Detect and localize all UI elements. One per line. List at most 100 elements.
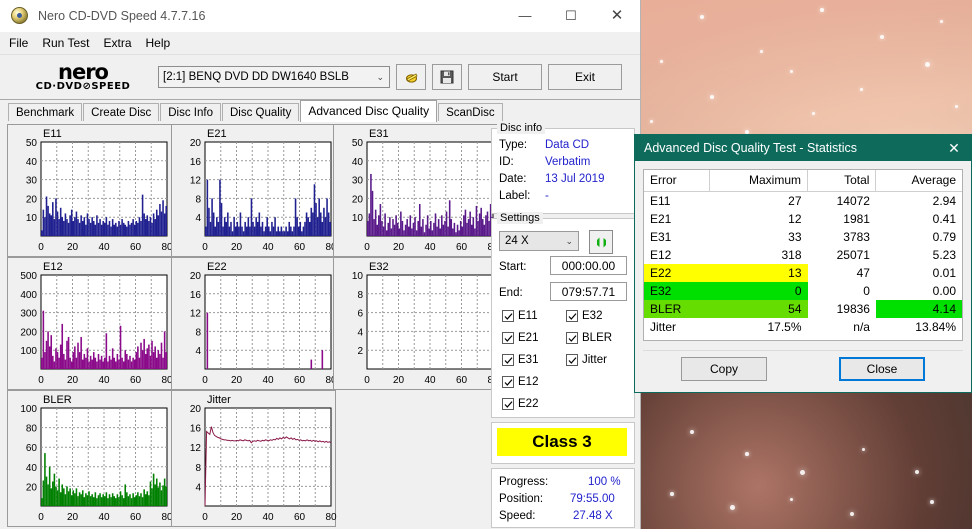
chevron-down-icon: ⌄ [376,71,384,82]
cell-total: 3783 [843,230,870,244]
checkbox-e31[interactable]: E31 [502,354,538,366]
cell-average: 0.01 [932,266,956,280]
y-tick-label: 100 [20,404,37,415]
start-time-input[interactable]: 000:00.00 [550,256,627,275]
speed-select[interactable]: 24 X ⌄ [499,231,579,251]
statistics-dialog-close-button[interactable]: ✕ [937,135,971,161]
star-speck [862,448,866,452]
cell-average: 0.41 [932,212,956,226]
chart-e22: E22 4 8 12 16 20 0 20 40 60 80 [171,257,337,390]
close-button[interactable]: ✕ [594,0,640,31]
x-tick-label: 40 [424,242,436,253]
star-speck [650,120,653,123]
y-tick-label: 2 [357,346,363,357]
cell-maximum: 318 [781,248,802,262]
x-tick-label: 0 [202,375,208,386]
tab-disc-quality[interactable]: Disc Quality [222,103,300,122]
cell-error: E11 [650,194,671,208]
checkbox-jitter[interactable]: Jitter [566,354,607,366]
checkbox-e22[interactable]: E22 [502,398,538,410]
checkbox-jitter-label: Jitter [582,354,607,366]
statistics-table: Error Maximum Total Average E11 27 14072 2.… [644,170,962,336]
refresh-disc-button[interactable] [589,230,613,254]
checkbox-e11[interactable]: E11 [502,310,538,322]
disc-label-label: Label: [499,190,531,202]
drive-select-dropdown[interactable]: [2:1] BENQ DVD DD DW1640 BSLB ⌄ [158,66,390,88]
tab-scandisc[interactable]: ScanDisc [438,103,503,122]
start-button[interactable]: Start [468,64,542,90]
x-tick-label: 0 [202,512,208,523]
checkbox-bler[interactable]: BLER [566,332,612,344]
x-tick-label: 40 [98,512,110,523]
tab-create-disc[interactable]: Create Disc [83,103,160,122]
cell-total: 25071 [836,248,870,262]
table-row: E12 318 25071 5.23 [644,246,962,264]
y-tick-label: 4 [195,346,201,357]
tab-disc-info[interactable]: Disc Info [160,103,221,122]
exit-button[interactable]: Exit [548,64,622,90]
chart-title: E22 [207,261,227,273]
star-speck [915,470,920,475]
y-tick-label: 8 [195,327,201,338]
checkbox-e32[interactable]: E32 [566,310,602,322]
chart-e21: E21 4 8 12 16 20 0 20 40 60 80 [171,124,337,257]
cell-error: Jitter [650,320,677,334]
star-speck [880,35,884,39]
eject-disc-button[interactable] [396,64,426,90]
chart-jitter: Jitter 4 8 12 16 20 0 20 40 60 80 [171,390,337,527]
table-row: Jitter 17.5% n/a 13.84% [644,318,962,336]
chart-title: E21 [207,128,227,140]
chart-plot-e32: E32246810020406080 [352,261,499,386]
nero-disc-icon [11,7,28,24]
y-tick-label: 20 [26,194,38,205]
save-results-button[interactable] [432,64,462,90]
chart-plot-e12: E121002003004005000 20 40 60 80 [20,261,173,386]
close-dialog-button[interactable]: Close [839,357,925,381]
cell-total: 1981 [843,212,870,226]
y-tick-label: 200 [20,327,37,338]
star-speck [955,105,959,109]
y-tick-label: 100 [20,346,37,357]
menu-item-extra[interactable]: Extra [103,36,131,50]
cell-error: E31 [650,230,672,244]
cell-average: 13.84% [915,320,956,334]
copy-button[interactable]: Copy [681,357,767,381]
x-tick-label: 60 [456,375,468,386]
tab-benchmark[interactable]: Benchmark [8,103,83,122]
chart-title: E32 [369,261,389,273]
y-tick-label: 10 [352,271,364,282]
menu-item-help[interactable]: Help [146,36,171,50]
start-time-label: Start: [499,261,527,273]
speed-value: 27.48 X [573,510,613,522]
chart-bler: BLER 20 40 60 80 100 0 20 40 60 80 [7,390,173,527]
checkbox-e12[interactable]: E12 [502,376,538,388]
x-tick-label: 40 [98,242,110,253]
star-speck [820,8,824,12]
checkbox-e12-label: E12 [518,376,539,388]
position-label: Position: [499,493,544,505]
x-tick-label: 20 [67,242,79,253]
y-tick-label: 8 [357,290,363,301]
maximize-button[interactable]: ☐ [548,0,594,31]
statistics-table-container: Error Maximum Total Average E11 27 14072 2.… [643,169,963,341]
nero-logo-line2: CD·DVD⊘SPEED [35,81,131,92]
col-error: Error [644,170,710,192]
checkbox-e21[interactable]: E21 [502,332,538,344]
y-tick-label: 20 [190,138,202,149]
tab-advanced-disc-quality[interactable]: Advanced Disc Quality [300,100,438,122]
menu-item-file[interactable]: File [9,36,28,50]
x-tick-label: 0 [364,242,370,253]
menu-item-run-test[interactable]: Run Test [42,36,89,50]
y-tick-label: 20 [26,482,38,493]
table-row: E32 0 0 0.00 [644,282,962,300]
x-tick-label: 20 [393,375,405,386]
end-time-input[interactable]: 079:57.71 [550,282,627,301]
minimize-button[interactable]: — [502,0,548,31]
y-tick-label: 16 [190,157,202,168]
checkbox-e22-label: E22 [518,398,539,410]
y-tick-label: 20 [190,404,202,415]
y-tick-label: 12 [190,309,202,320]
x-tick-label: 80 [325,512,337,523]
cell-maximum: 0 [709,282,808,300]
y-tick-label: 10 [26,213,38,224]
